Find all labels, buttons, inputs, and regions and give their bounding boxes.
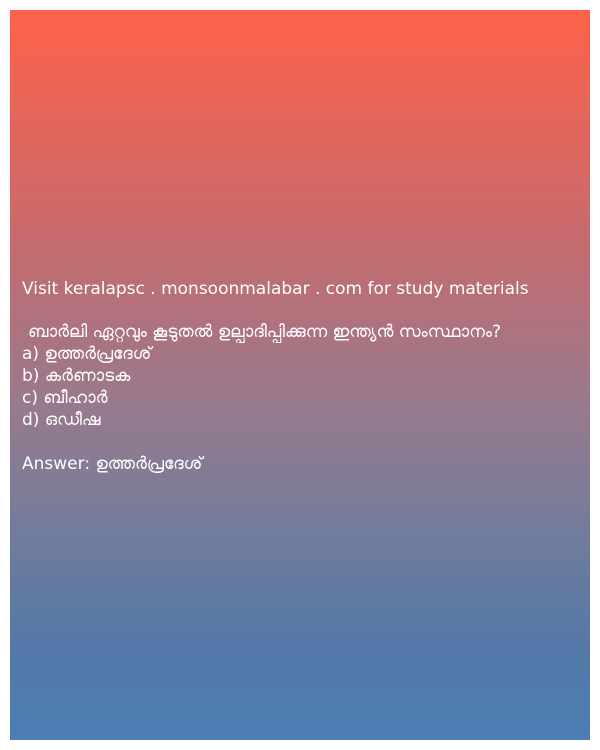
option-c: c) ബീഹാർ [22,388,108,408]
option-b: b) കർണാടക [22,366,131,386]
option-a: a) ഉത്തർപ്രദേശ് [22,344,152,364]
quiz-card: Visit keralapsc . monsoonmalabar . com f… [10,10,590,740]
quiz-content: Visit keralapsc . monsoonmalabar . com f… [22,278,582,475]
visit-text: Visit keralapsc . monsoonmalabar . com f… [22,279,529,299]
question-text: ബാർലി ഏറ്റവും കൂടുതൽ ഉല്പാദിപ്പിക്കുന്ന … [28,322,501,342]
option-d: d) ഒഡീഷ [22,410,101,430]
answer-text: Answer: ഉത്തർപ്രദേശ് [22,454,203,474]
